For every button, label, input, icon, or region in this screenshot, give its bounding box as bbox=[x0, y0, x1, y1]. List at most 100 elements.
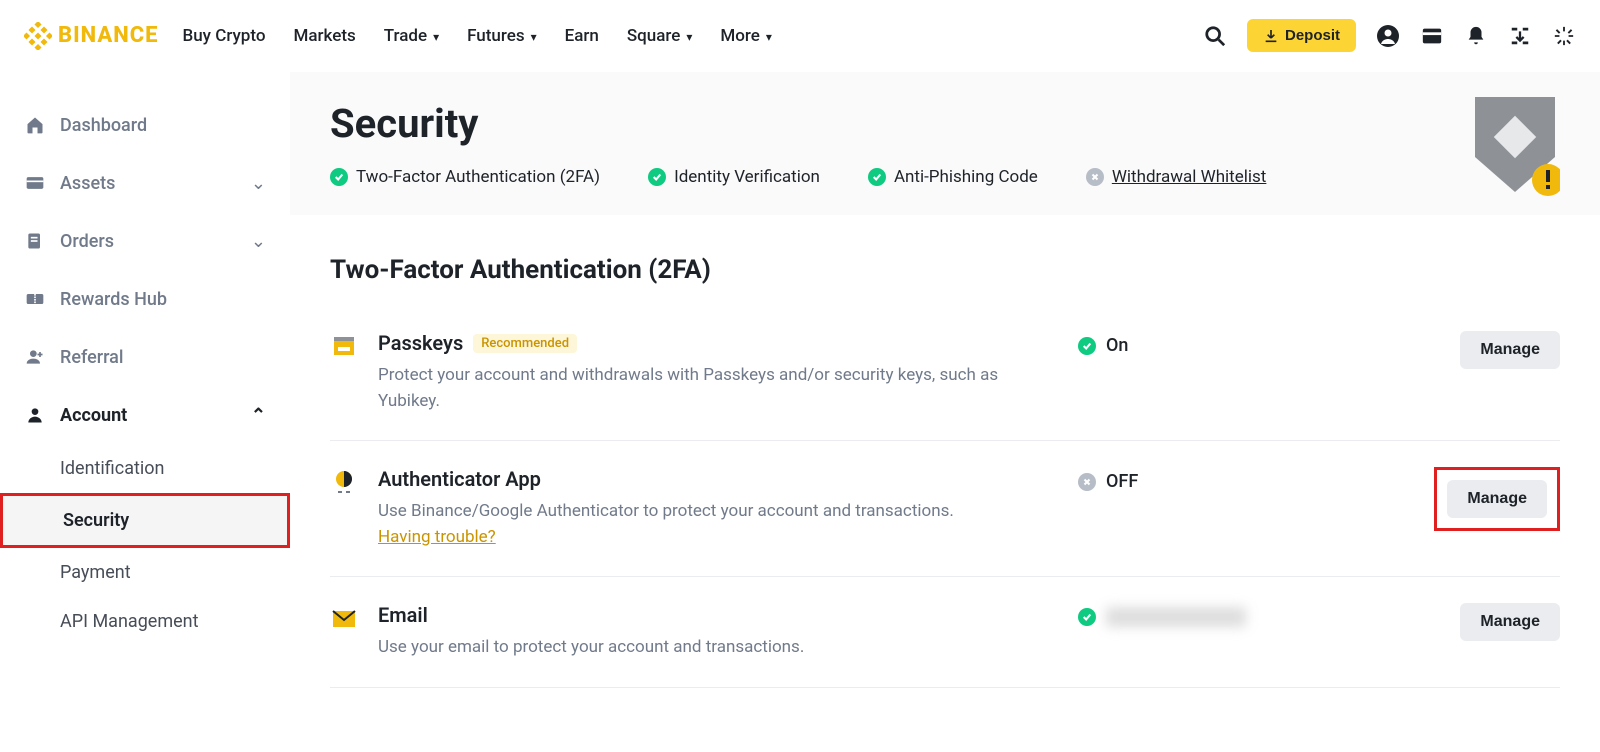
setting-row-passkeys: Passkeys Recommended Protect your accoun… bbox=[330, 305, 1560, 441]
sidebar-sub-identification[interactable]: Identification bbox=[0, 444, 290, 493]
hero-banner: Security Two-Factor Authentication (2FA)… bbox=[290, 72, 1600, 215]
user-icon bbox=[24, 404, 46, 426]
section-heading: Two-Factor Authentication (2FA) bbox=[330, 255, 1560, 285]
check-on-icon bbox=[330, 168, 348, 186]
check-label: Anti-Phishing Code bbox=[894, 167, 1038, 187]
nav-right: Deposit bbox=[1203, 19, 1576, 52]
setting-body: Email Use your email to protect your acc… bbox=[378, 603, 1018, 661]
setting-action: Manage bbox=[1460, 331, 1560, 369]
highlighted-action: Manage bbox=[1434, 467, 1560, 531]
nav-more-label: More bbox=[720, 26, 759, 46]
chevron-down-icon: ⌄ bbox=[251, 173, 266, 194]
nav-markets[interactable]: Markets bbox=[293, 26, 355, 46]
nav-trade-label: Trade bbox=[384, 26, 427, 46]
nav-square-label: Square bbox=[627, 26, 681, 46]
sidebar: Dashboard Assets ⌄ Orders ⌄ Rewards Hub … bbox=[0, 72, 290, 728]
chevron-up-icon: ⌃ bbox=[251, 405, 266, 426]
sidebar-item-label: Referral bbox=[60, 347, 123, 368]
check-off-icon bbox=[1086, 168, 1104, 186]
status-label: OFF bbox=[1106, 471, 1138, 492]
security-shield-badge bbox=[1470, 92, 1560, 206]
top-nav: BINANCE Buy Crypto Markets Trade Futures… bbox=[0, 0, 1600, 72]
search-icon[interactable] bbox=[1203, 24, 1227, 48]
sidebar-item-orders[interactable]: Orders ⌄ bbox=[0, 212, 290, 270]
nav-more[interactable]: More bbox=[720, 26, 772, 46]
wallet-icon[interactable] bbox=[1420, 24, 1444, 48]
wallet-icon bbox=[24, 172, 46, 194]
nav-earn[interactable]: Earn bbox=[565, 26, 599, 46]
sidebar-item-label: Dashboard bbox=[60, 115, 147, 136]
manage-button[interactable]: Manage bbox=[1447, 480, 1547, 518]
deposit-label: Deposit bbox=[1285, 27, 1340, 44]
sidebar-item-label: Account bbox=[60, 405, 127, 426]
check-label: Identity Verification bbox=[674, 167, 820, 187]
authenticator-icon bbox=[330, 469, 358, 497]
chevron-down-icon: ⌄ bbox=[251, 231, 266, 252]
security-checklist: Two-Factor Authentication (2FA) Identity… bbox=[330, 167, 1560, 187]
check-2fa: Two-Factor Authentication (2FA) bbox=[330, 167, 600, 187]
nav-buy-crypto[interactable]: Buy Crypto bbox=[182, 26, 265, 46]
manage-button[interactable]: Manage bbox=[1460, 603, 1560, 641]
sidebar-item-label: Orders bbox=[60, 231, 114, 252]
setting-title-text: Email bbox=[378, 603, 428, 627]
sidebar-sub-security[interactable]: Security bbox=[0, 493, 290, 548]
globe-icon[interactable] bbox=[1552, 24, 1576, 48]
setting-body: Authenticator App Use Binance/Google Aut… bbox=[378, 467, 1018, 550]
user-icon[interactable] bbox=[1376, 24, 1400, 48]
ticket-icon bbox=[24, 288, 46, 310]
check-whitelist[interactable]: Withdrawal Whitelist bbox=[1086, 167, 1267, 187]
check-identity: Identity Verification bbox=[648, 167, 820, 187]
orders-icon bbox=[24, 230, 46, 252]
setting-desc: Use your email to protect your account a… bbox=[378, 635, 1018, 661]
sidebar-item-rewards[interactable]: Rewards Hub bbox=[0, 270, 290, 328]
manage-button[interactable]: Manage bbox=[1460, 331, 1560, 369]
setting-title-text: Passkeys bbox=[378, 331, 463, 355]
bell-icon[interactable] bbox=[1464, 24, 1488, 48]
check-label: Two-Factor Authentication (2FA) bbox=[356, 167, 600, 187]
nav-futures[interactable]: Futures bbox=[467, 26, 537, 46]
chevron-down-icon bbox=[529, 26, 537, 46]
email-icon bbox=[330, 605, 358, 633]
sidebar-item-account[interactable]: Account ⌃ bbox=[0, 386, 290, 444]
setting-body: Passkeys Recommended Protect your accoun… bbox=[378, 331, 1018, 414]
setting-desc: Protect your account and withdrawals wit… bbox=[378, 363, 1018, 414]
setting-status: OFF bbox=[1078, 471, 1278, 492]
chevron-down-icon bbox=[431, 26, 439, 46]
logo-text: BINANCE bbox=[58, 23, 158, 48]
chevron-down-icon bbox=[684, 26, 692, 46]
check-on-icon bbox=[648, 168, 666, 186]
nav-futures-label: Futures bbox=[467, 26, 524, 46]
sidebar-item-label: Assets bbox=[60, 173, 115, 194]
logo[interactable]: BINANCE bbox=[24, 22, 158, 50]
add-user-icon bbox=[24, 346, 46, 368]
setting-title-text: Authenticator App bbox=[378, 467, 541, 491]
nav-trade[interactable]: Trade bbox=[384, 26, 439, 46]
download-app-icon[interactable] bbox=[1508, 24, 1532, 48]
setting-action: Manage bbox=[1460, 603, 1560, 641]
nav-links: Buy Crypto Markets Trade Futures Earn Sq… bbox=[182, 26, 771, 46]
page-title: Security bbox=[330, 100, 1560, 147]
setting-status bbox=[1078, 607, 1278, 627]
blurred-email bbox=[1106, 607, 1246, 627]
logo-icon bbox=[24, 22, 52, 50]
setting-row-email: Email Use your email to protect your acc… bbox=[330, 577, 1560, 688]
sidebar-item-assets[interactable]: Assets ⌄ bbox=[0, 154, 290, 212]
nav-square[interactable]: Square bbox=[627, 26, 693, 46]
status-label: On bbox=[1106, 335, 1128, 356]
sidebar-sub-api[interactable]: API Management bbox=[0, 597, 290, 646]
sidebar-item-referral[interactable]: Referral bbox=[0, 328, 290, 386]
setting-desc: Use Binance/Google Authenticator to prot… bbox=[378, 501, 954, 521]
check-on-icon bbox=[1078, 337, 1096, 355]
download-icon bbox=[1263, 28, 1279, 44]
sidebar-item-dashboard[interactable]: Dashboard bbox=[0, 96, 290, 154]
check-antiphishing: Anti-Phishing Code bbox=[868, 167, 1038, 187]
deposit-button[interactable]: Deposit bbox=[1247, 19, 1356, 52]
having-trouble-link[interactable]: Having trouble? bbox=[378, 527, 496, 547]
setting-row-authenticator: Authenticator App Use Binance/Google Aut… bbox=[330, 441, 1560, 577]
chevron-down-icon bbox=[764, 26, 772, 46]
sidebar-sub-payment[interactable]: Payment bbox=[0, 548, 290, 597]
recommended-badge: Recommended bbox=[473, 334, 577, 353]
check-on-icon bbox=[868, 168, 886, 186]
check-label: Withdrawal Whitelist bbox=[1112, 167, 1267, 187]
check-on-icon bbox=[1078, 608, 1096, 626]
